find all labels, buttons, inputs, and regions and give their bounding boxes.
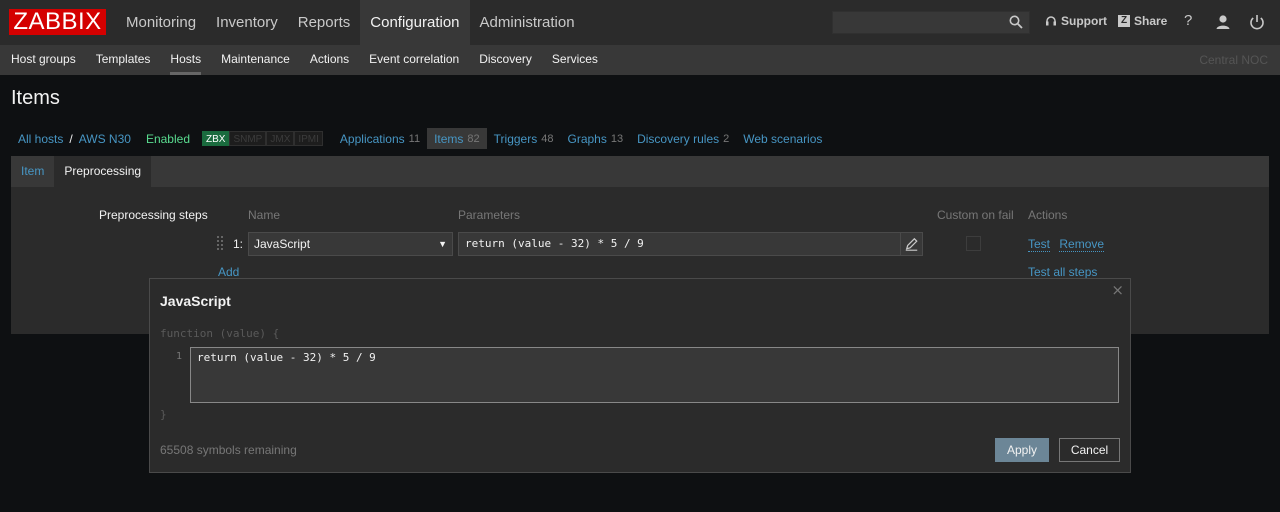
headset-icon (1046, 16, 1056, 26)
step-type-select[interactable]: JavaScript ▼ (248, 232, 453, 256)
sub-navigation: Host groups Templates Hosts Maintenance … (0, 45, 1280, 75)
dropdown-arrow-icon: ▼ (438, 239, 447, 249)
discovery-rules-count: 2 (723, 132, 730, 145)
pencil-icon[interactable] (900, 233, 922, 255)
step-number: 1: (233, 237, 244, 251)
main-menu-administration[interactable]: Administration (470, 0, 585, 45)
main-menu-inventory[interactable]: Inventory (206, 0, 288, 45)
items-link[interactable]: Items (434, 132, 463, 146)
breadcrumb-web-scenarios[interactable]: Web scenarios (736, 128, 829, 149)
search-icon[interactable] (1009, 15, 1023, 29)
breadcrumb: All hosts / AWS N30 Enabled ZBX SNMP JMX… (11, 128, 829, 149)
cancel-button[interactable]: Cancel (1059, 438, 1120, 462)
applications-link[interactable]: Applications (340, 132, 405, 146)
web-scenarios-link[interactable]: Web scenarios (743, 132, 822, 146)
triggers-link[interactable]: Triggers (494, 132, 538, 146)
main-menu-configuration[interactable]: Configuration (360, 0, 470, 45)
column-actions-header: Actions (1028, 208, 1068, 222)
breadcrumb-host[interactable]: AWS N30 (79, 132, 131, 146)
support-link[interactable]: Support (1045, 14, 1107, 28)
breadcrumb-all-hosts[interactable]: All hosts (18, 132, 63, 146)
tab-preprocessing[interactable]: Preprocessing (54, 156, 152, 187)
column-custom-on-fail-header: Custom on fail (937, 208, 1014, 222)
preprocessing-steps-label: Preprocessing steps (99, 208, 208, 222)
test-step-link[interactable]: Test (1028, 237, 1051, 252)
server-name: Central NOC (1199, 53, 1268, 67)
column-parameters-header: Parameters (458, 208, 521, 222)
host-status-enabled: Enabled (145, 131, 190, 146)
main-menu: Monitoring Inventory Reports Configurati… (116, 0, 585, 45)
function-footer: } (160, 408, 167, 421)
applications-count: 11 (408, 132, 421, 145)
share-label: Share (1134, 14, 1168, 28)
javascript-editor-dialog: JavaScript × function (value) { 1 return… (149, 278, 1131, 473)
symbols-remaining: 65508 symbols remaining (160, 443, 297, 457)
triggers-count: 48 (541, 132, 554, 145)
main-menu-monitoring[interactable]: Monitoring (116, 0, 206, 45)
sub-menu-actions[interactable]: Actions (300, 45, 359, 75)
sub-menu-event-correlation[interactable]: Event correlation (359, 45, 469, 75)
zabbix-logo[interactable]: ZABBIX (9, 9, 106, 35)
breadcrumb-triggers[interactable]: Triggers 48 (487, 128, 561, 149)
step-parameters-field[interactable]: return (value - 32) * 5 / 9 (458, 232, 923, 256)
support-label: Support (1061, 14, 1107, 28)
step-actions: Test Remove (1028, 237, 1105, 252)
search-input[interactable] (833, 12, 1003, 33)
step-parameters-value: return (value - 32) * 5 / 9 (465, 237, 644, 250)
share-icon: Z (1118, 15, 1130, 27)
snmp-tag: SNMP (229, 131, 267, 146)
remove-step-link[interactable]: Remove (1059, 237, 1105, 252)
zbx-tag: ZBX (202, 131, 230, 146)
jmx-tag: JMX (266, 131, 295, 146)
sub-menu-hosts[interactable]: Hosts (160, 45, 211, 75)
sub-menu: Host groups Templates Hosts Maintenance … (1, 45, 608, 75)
sub-menu-host-groups[interactable]: Host groups (1, 45, 86, 75)
sub-menu-discovery[interactable]: Discovery (469, 45, 542, 75)
main-menu-reports[interactable]: Reports (288, 0, 361, 45)
apply-button[interactable]: Apply (995, 438, 1049, 462)
column-name-header: Name (248, 208, 281, 222)
items-count: 82 (467, 132, 480, 145)
help-icon[interactable]: ? (1184, 12, 1192, 29)
sub-menu-maintenance[interactable]: Maintenance (211, 45, 300, 75)
step-type-value: JavaScript (254, 237, 311, 251)
dialog-title: JavaScript (160, 293, 231, 309)
close-icon[interactable]: × (1111, 281, 1124, 299)
breadcrumb-discovery-rules[interactable]: Discovery rules 2 (630, 128, 736, 149)
custom-on-fail-checkbox[interactable] (966, 236, 981, 251)
top-navigation: ZABBIX Monitoring Inventory Reports Conf… (0, 0, 1280, 45)
sign-out-icon[interactable] (1248, 13, 1266, 31)
form-tabs: Item Preprocessing (11, 156, 1269, 187)
breadcrumb-items[interactable]: Items 82 (427, 128, 487, 149)
graphs-link[interactable]: Graphs (567, 132, 606, 146)
tab-item[interactable]: Item (11, 156, 54, 187)
availability-tags: ZBX SNMP JMX IPMI (202, 131, 323, 146)
breadcrumb-applications[interactable]: Applications 11 (333, 128, 427, 149)
share-link[interactable]: Z Share (1118, 14, 1167, 28)
sub-menu-templates[interactable]: Templates (86, 45, 161, 75)
line-number: 1 (176, 351, 183, 362)
page-title: Items (11, 87, 60, 109)
javascript-code-editor[interactable]: return (value - 32) * 5 / 9 (190, 347, 1119, 403)
drag-handle-icon[interactable] (217, 236, 223, 252)
search-box (832, 11, 1030, 34)
discovery-rules-link[interactable]: Discovery rules (637, 132, 719, 146)
sub-menu-services[interactable]: Services (542, 45, 608, 75)
breadcrumb-graphs[interactable]: Graphs 13 (560, 128, 630, 149)
graphs-count: 13 (610, 132, 624, 145)
ipmi-tag: IPMI (294, 131, 323, 146)
function-header: function (value) { (160, 327, 280, 340)
user-profile-icon[interactable] (1214, 13, 1232, 31)
